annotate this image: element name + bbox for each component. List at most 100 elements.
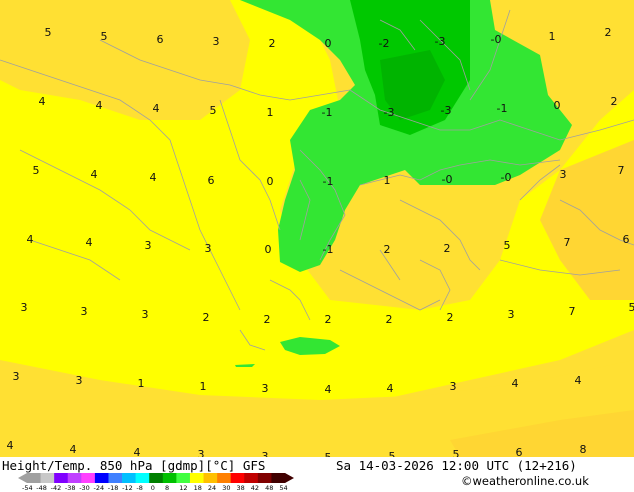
colorbar-arrow-right: [285, 473, 294, 483]
temperature-value: 5: [504, 239, 511, 252]
colorbar-tick-label: 8: [165, 484, 169, 492]
temperature-value: 6: [157, 33, 164, 46]
temperature-value: 1: [384, 174, 391, 187]
colorbar-cell: [231, 473, 245, 483]
temperature-value: 2: [611, 95, 618, 108]
colorbar-tick-label: -8: [136, 484, 142, 492]
colorbar-tick-label: 38: [237, 484, 245, 492]
map-canvas: 556320-2-3-01244451-1-3-3-10254460-11-0-…: [0, 0, 634, 457]
temperature-value: 2: [384, 243, 391, 256]
colorbar-tick-label: -48: [36, 484, 47, 492]
temperature-value: 3: [76, 374, 83, 387]
colorbar-cell: [108, 473, 122, 483]
temperature-value: -1: [497, 102, 508, 115]
temperature-value: 3: [205, 242, 212, 255]
temperature-value: -1: [322, 106, 333, 119]
temperature-value: 2: [444, 242, 451, 255]
temperature-value: 7: [569, 305, 576, 318]
temperature-value: 3: [560, 168, 567, 181]
temperature-value: 6: [208, 174, 215, 187]
temperature-value: 4: [512, 377, 519, 390]
colorbar-cell: [81, 473, 95, 483]
temperature-value: 3: [450, 380, 457, 393]
colorbar-cell: [258, 473, 272, 483]
temperature-value: 3: [262, 382, 269, 395]
map-title: Height/Temp. 850 hPa [gdmp][°C] GFS: [2, 458, 265, 473]
temperature-value: 4: [7, 439, 14, 452]
colorbar-tick-label: 48: [265, 484, 273, 492]
temperature-value: -1: [323, 243, 334, 256]
temperature-value: 2: [264, 313, 271, 326]
temperature-value: -0: [442, 173, 453, 186]
colorbar-cell: [27, 473, 41, 483]
temperature-value: 7: [618, 164, 625, 177]
colorbar-cell: [41, 473, 55, 483]
temperature-value: 4: [387, 382, 394, 395]
temperature-value: 4: [575, 374, 582, 387]
weather-map: 556320-2-3-01244451-1-3-3-10254460-11-0-…: [0, 0, 634, 457]
temperature-value: 4: [325, 383, 332, 396]
temperature-value: 5: [33, 164, 40, 177]
temperature-value: 3: [198, 448, 205, 457]
colorbar-cell: [136, 473, 150, 483]
colorbar-cell: [163, 473, 177, 483]
colorbar-cell: [68, 473, 82, 483]
temperature-value: 2: [203, 311, 210, 324]
colorbar-tick-label: 54: [279, 484, 287, 492]
colorbar: [18, 472, 294, 484]
temperature-value: 2: [386, 313, 393, 326]
temperature-value: 0: [265, 243, 272, 256]
temperature-value: -2: [379, 37, 390, 50]
temperature-value: 3: [145, 239, 152, 252]
temperature-value: 6: [623, 233, 630, 246]
colorbar-tick-label: -12: [122, 484, 133, 492]
temperature-value: 0: [554, 99, 561, 112]
temperature-value: -0: [491, 33, 502, 46]
temperature-value: 7: [564, 236, 571, 249]
temperature-value: 3: [81, 305, 88, 318]
temperature-value: 3: [21, 301, 28, 314]
colorbar-tick-label: 24: [208, 484, 216, 492]
temperature-value: 0: [325, 37, 332, 50]
temperature-value: 4: [39, 95, 46, 108]
temperature-value: 3: [508, 308, 515, 321]
temperature-value: 2: [447, 311, 454, 324]
colorbar-tick-label: -38: [65, 484, 76, 492]
colorbar-tick-label: -24: [94, 484, 105, 492]
credit-link[interactable]: ©weatheronline.co.uk: [461, 474, 589, 488]
temperature-value: 8: [580, 443, 587, 456]
temperature-value: 6: [516, 446, 523, 457]
temperature-value: -3: [435, 35, 446, 48]
colorbar-cell: [204, 473, 218, 483]
temperature-value: 4: [96, 99, 103, 112]
colorbar-cell: [190, 473, 204, 483]
colorbar-tick-label: -18: [108, 484, 119, 492]
colorbar-arrow-left: [18, 473, 27, 483]
map-datetime: Sa 14-03-2026 12:00 UTC (12+216): [336, 458, 577, 473]
colorbar-tick-label: 18: [194, 484, 202, 492]
temperature-value: 4: [153, 102, 160, 115]
temperature-value: 4: [27, 233, 34, 246]
temperature-value: -0: [501, 171, 512, 184]
temperature-value: 1: [200, 380, 207, 393]
colorbar-cell: [149, 473, 163, 483]
temperature-value: 5: [389, 450, 396, 457]
colorbar-tick-label: 42: [251, 484, 259, 492]
temperature-value: 4: [134, 446, 141, 457]
temperature-value: 3: [213, 35, 220, 48]
colorbar-cell: [54, 473, 68, 483]
temperature-value: 5: [101, 30, 108, 43]
temperature-value: 3: [142, 308, 149, 321]
colorbar-cell: [95, 473, 109, 483]
colorbar-tick-label: -30: [79, 484, 90, 492]
temperature-value: 5: [629, 301, 634, 314]
colorbar-cell: [217, 473, 231, 483]
colorbar-cell: [122, 473, 136, 483]
temperature-value: 4: [70, 443, 77, 456]
temperature-value: 1: [549, 30, 556, 43]
colorbar-tick-label: -54: [22, 484, 33, 492]
colorbar-cell: [176, 473, 190, 483]
temperature-value: 2: [605, 26, 612, 39]
temperature-value: -3: [441, 104, 452, 117]
temperature-value: 4: [91, 168, 98, 181]
